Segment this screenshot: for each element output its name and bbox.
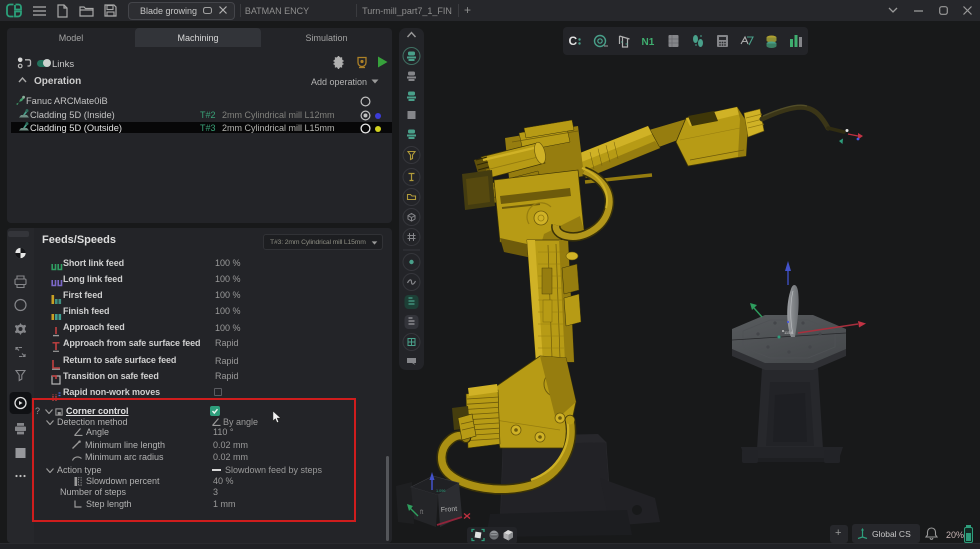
svg-text:C: C [569,34,578,48]
svg-text:N1: N1 [642,37,655,48]
svg-text:ft: ft [420,510,424,516]
svg-text:1.096: 1.096 [436,489,446,493]
svg-text:Front: Front [441,506,458,514]
svg-text:1154: 1154 [784,330,793,335]
